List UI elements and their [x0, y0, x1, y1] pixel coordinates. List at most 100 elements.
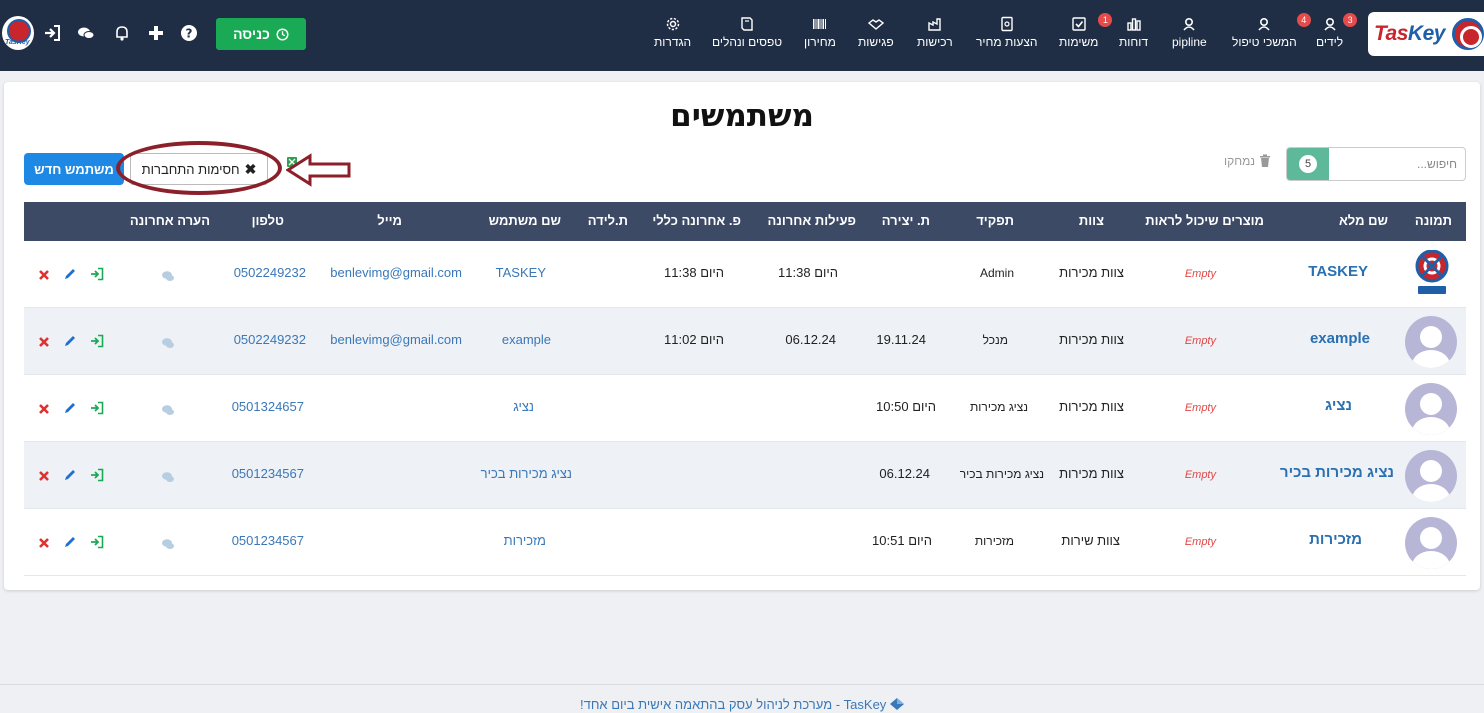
- cell-products: Empty: [1184, 469, 1216, 481]
- taskey-logo-avatar: [1415, 250, 1449, 294]
- cell-team: צוות מכירות: [1059, 265, 1124, 280]
- nav-item-pricelist[interactable]: מחירון: [804, 16, 836, 49]
- cell-username[interactable]: נציג מכירות בכיר: [481, 466, 572, 481]
- col-fullname: שם מלא: [1338, 213, 1388, 228]
- new-user-button[interactable]: משתמש חדש: [24, 153, 124, 185]
- col-photo: תמונה: [1414, 213, 1452, 228]
- user-avatar[interactable]: TasKey: [2, 16, 34, 50]
- logo-text: TasKey: [1374, 22, 1445, 45]
- cell-username[interactable]: מזכירות: [504, 533, 546, 548]
- delete-x-icon[interactable]: [37, 536, 51, 550]
- taskey-logo[interactable]: TasKey: [1368, 12, 1484, 56]
- edit-pencil-icon[interactable]: [63, 468, 77, 482]
- document-icon: [1001, 16, 1013, 32]
- login-as-icon[interactable]: [90, 267, 104, 281]
- user-icon: [1258, 17, 1270, 31]
- footer-text[interactable]: TasKey - מערכת לניהול עסק בהתאמה אישית ב…: [580, 697, 904, 712]
- cell-team: צוות שירות: [1061, 533, 1120, 548]
- cell-fullname[interactable]: TASKEY: [1308, 263, 1368, 280]
- nav-item-reports[interactable]: דוחות: [1119, 16, 1148, 49]
- comment-icon[interactable]: [161, 403, 175, 417]
- footer: TasKey - מערכת לניהול עסק בהתאמה אישית ב…: [0, 684, 1484, 713]
- search-box: 5: [1286, 147, 1466, 181]
- col-birth: ת.לידה: [587, 213, 628, 228]
- svg-text:?: ?: [186, 27, 193, 41]
- comment-icon[interactable]: [161, 470, 175, 484]
- cell-products: Empty: [1184, 268, 1216, 280]
- nav-item-meetings[interactable]: פגישות: [858, 16, 894, 49]
- diamond-icon: [889, 698, 904, 710]
- cell-team: צוות מכירות: [1059, 399, 1124, 414]
- comment-icon[interactable]: [161, 537, 175, 551]
- book-icon: [741, 17, 753, 31]
- cell-phone[interactable]: 0501324657: [232, 399, 304, 414]
- nav-item-quotes[interactable]: הצעות מחיר: [976, 16, 1038, 49]
- annotation-arrow: [286, 153, 351, 187]
- login-as-icon[interactable]: [90, 334, 104, 348]
- chat-icon[interactable]: [77, 24, 95, 42]
- table-row[interactable]: TASKEY Empty צוות מכירות Admin היום 11:3…: [24, 241, 1466, 308]
- cell-fullname[interactable]: מזכירות: [1309, 531, 1362, 548]
- cell-email[interactable]: benlevimg@gmail.com: [330, 332, 462, 347]
- cell-fullname[interactable]: נציג מכירות בכיר: [1280, 464, 1394, 481]
- nav-badge: 1: [1098, 13, 1113, 27]
- nav-item-tasks[interactable]: 1 משימות: [1059, 13, 1113, 49]
- nav-item-leads[interactable]: 3 לידים: [1316, 13, 1358, 49]
- delete-x-icon[interactable]: [37, 402, 51, 416]
- cell-role: מזכירות: [974, 534, 1014, 548]
- delete-x-icon[interactable]: [37, 469, 51, 483]
- nav-item-purchases[interactable]: רכישות: [917, 16, 953, 49]
- enter-button[interactable]: כניסה: [216, 18, 306, 50]
- login-as-icon[interactable]: [90, 468, 104, 482]
- nav-badge: 3: [1343, 13, 1358, 27]
- cell-phone[interactable]: 0502249232: [234, 332, 306, 347]
- cell-username[interactable]: example: [502, 332, 551, 347]
- cell-last-activity: היום 11:38: [778, 265, 838, 280]
- nav-item-forms[interactable]: טפסים ונהלים: [712, 16, 782, 49]
- login-as-icon[interactable]: [90, 535, 104, 549]
- cell-created: 06.12.24: [879, 466, 930, 481]
- nav-item-followups[interactable]: 4 המשכי טיפול: [1232, 13, 1311, 49]
- plus-icon[interactable]: [147, 24, 165, 42]
- nav-item-settings[interactable]: הגדרות: [654, 16, 691, 49]
- col-role: תפקיד: [976, 213, 1014, 228]
- comment-icon[interactable]: [161, 336, 175, 350]
- trash-icon: [1260, 154, 1271, 167]
- users-panel: משתמשים 5 נמחקו משתמש חדש חסימות התחברות…: [4, 82, 1480, 590]
- edit-pencil-icon[interactable]: [63, 535, 77, 549]
- gear-icon: [666, 17, 679, 31]
- avatar-placeholder: [1405, 517, 1457, 569]
- comment-icon[interactable]: [161, 269, 175, 283]
- cell-email[interactable]: benlevimg@gmail.com: [330, 265, 462, 280]
- deleted-users-link[interactable]: נמחקו: [1224, 154, 1271, 168]
- bell-icon[interactable]: [113, 24, 131, 42]
- help-icon[interactable]: ?: [180, 24, 198, 42]
- login-blocks-button[interactable]: חסימות התחברות ✖: [130, 153, 268, 185]
- page-title: משתמשים: [670, 98, 814, 134]
- search-input[interactable]: [1329, 148, 1465, 180]
- login-as-icon[interactable]: [90, 401, 104, 415]
- edit-pencil-icon[interactable]: [63, 401, 77, 415]
- edit-pencil-icon[interactable]: [63, 334, 77, 348]
- col-last-activity: פעילות אחרונה: [767, 213, 856, 228]
- table-row[interactable]: מזכירות Empty צוות שירות מזכירות היום 10…: [24, 509, 1466, 576]
- cell-fullname[interactable]: נציג: [1325, 397, 1352, 414]
- cell-fullname[interactable]: example: [1310, 330, 1370, 347]
- users-table: תמונה שם מלא מוצרים שיכול לראות צוות תפק…: [24, 202, 1466, 576]
- cell-phone[interactable]: 0501234567: [232, 466, 304, 481]
- nav-item-pipline[interactable]: pipline: [1172, 16, 1207, 49]
- cell-username[interactable]: TASKEY: [496, 265, 546, 280]
- cell-phone[interactable]: 0501234567: [232, 533, 304, 548]
- cell-username[interactable]: נציג: [513, 399, 534, 414]
- delete-x-icon[interactable]: [37, 335, 51, 349]
- avatar-placeholder: [1405, 383, 1457, 435]
- table-row[interactable]: נציג מכירות בכיר Empty צוות מכירות נציג …: [24, 442, 1466, 509]
- user-icon: [1183, 17, 1195, 31]
- edit-pencil-icon[interactable]: [63, 267, 77, 281]
- barcode-icon: [812, 19, 826, 29]
- delete-x-icon[interactable]: [37, 268, 51, 282]
- table-row[interactable]: example Empty צוות מכירות מנכל 19.11.24 …: [24, 308, 1466, 375]
- table-row[interactable]: נציג Empty צוות מכירות נציג מכירות היום …: [24, 375, 1466, 442]
- login-icon[interactable]: [43, 24, 61, 42]
- cell-phone[interactable]: 0502249232: [234, 265, 306, 280]
